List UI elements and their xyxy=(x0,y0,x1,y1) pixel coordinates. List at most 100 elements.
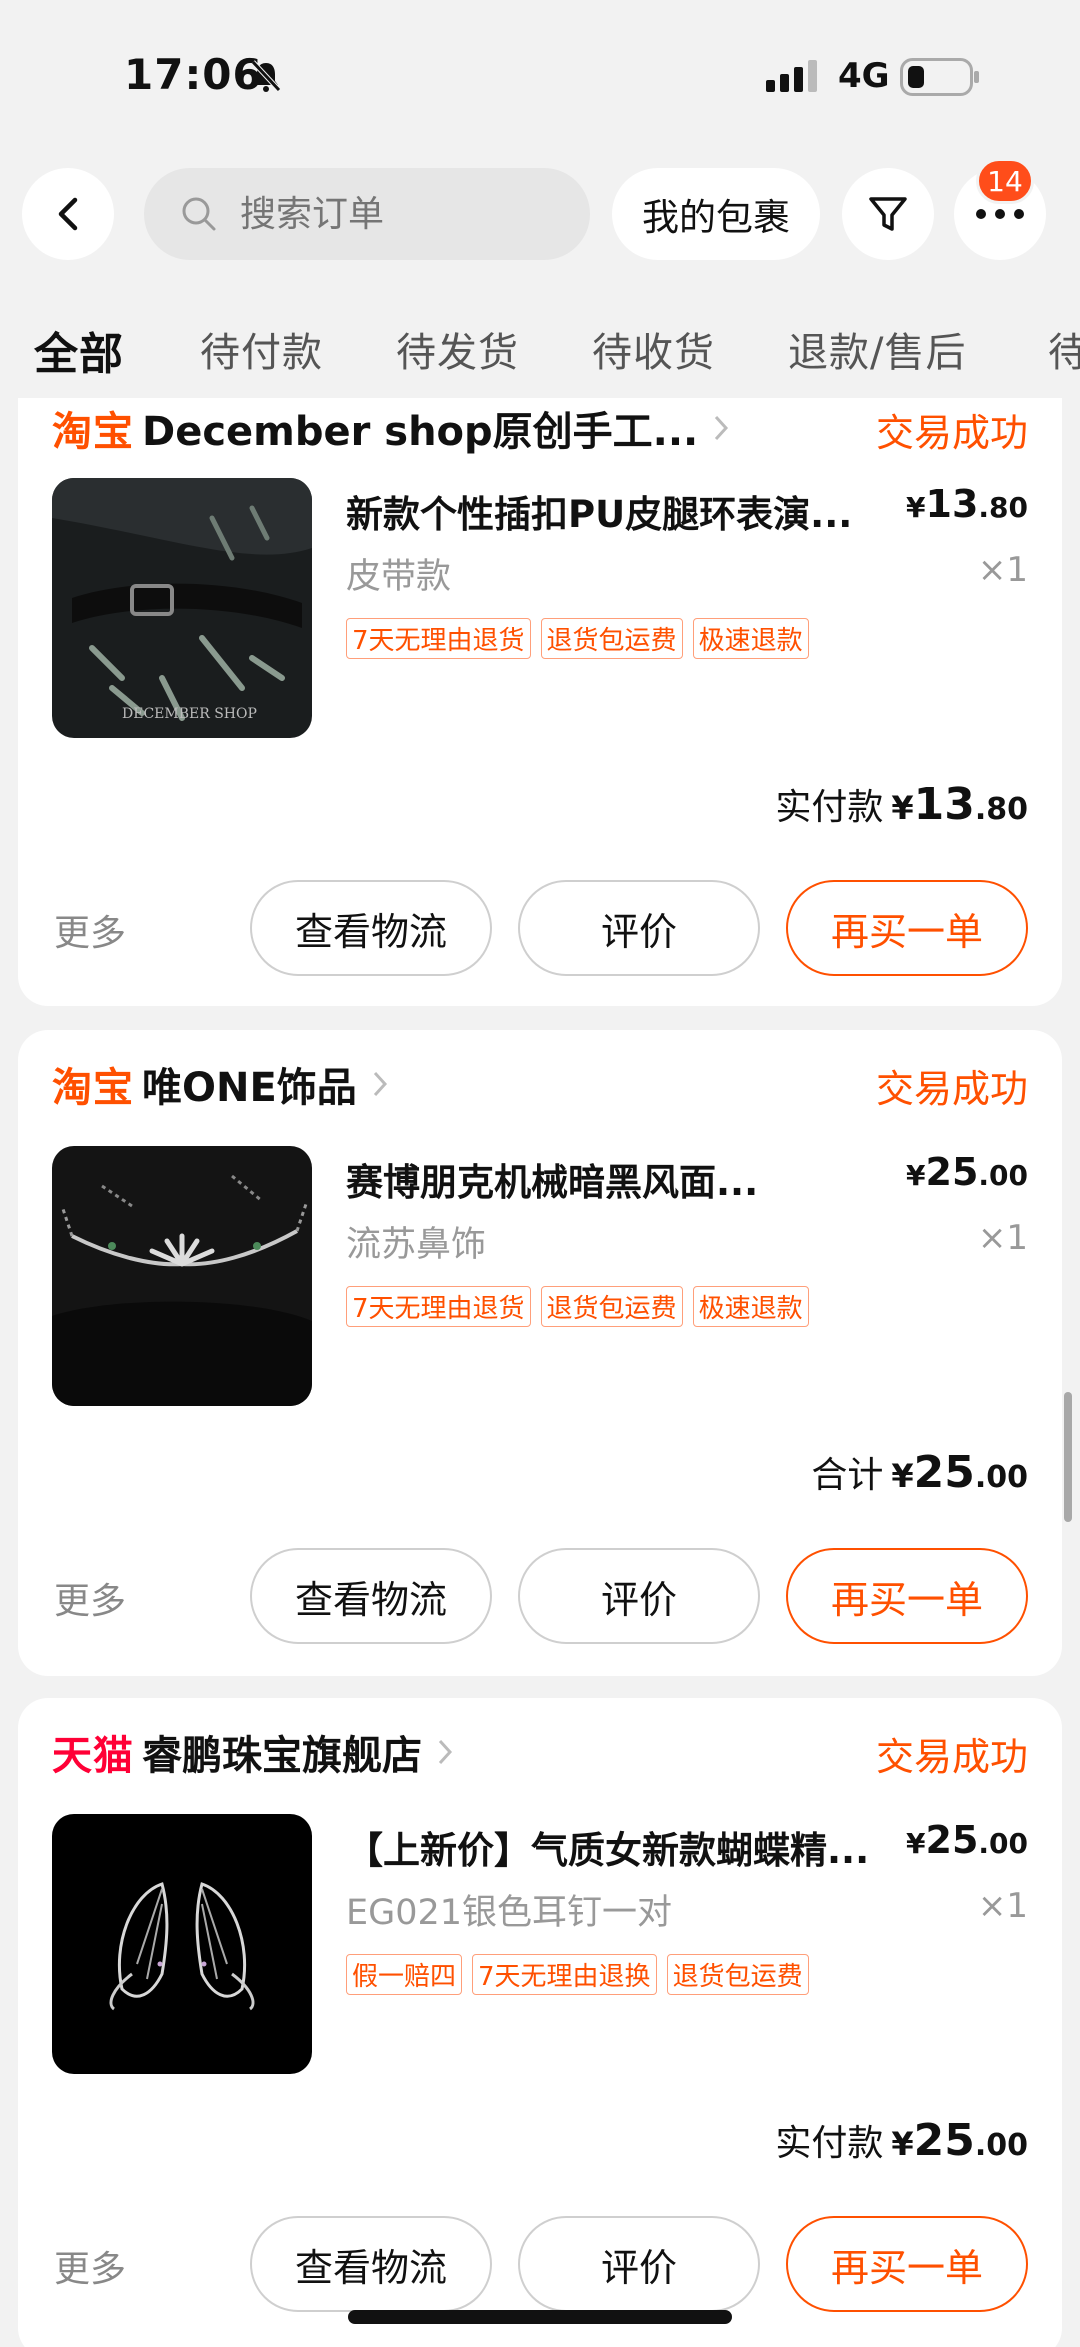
review-button[interactable]: 评价 xyxy=(518,2216,760,2312)
total-label: 实付款 xyxy=(775,2123,884,2164)
product-title[interactable]: 新款个性插扣PU皮腿环表演... xyxy=(346,484,906,538)
view-logistics-button[interactable]: 查看物流 xyxy=(250,2216,492,2312)
total-label: 合计 xyxy=(811,1455,884,1496)
product-title[interactable]: 赛博朋克机械暗黑风面... xyxy=(346,1152,906,1206)
shop-name: 唯ONE饰品 xyxy=(142,1065,357,1111)
price-integer: 25 xyxy=(925,1150,979,1194)
rebuy-button[interactable]: 再买一单 xyxy=(786,1548,1028,1644)
platform-logo: 淘宝 xyxy=(52,409,134,455)
currency-symbol: ¥ xyxy=(906,1827,926,1860)
service-tag: 极速退款 xyxy=(692,1286,809,1327)
order-tabs: 全部 待付款 待发货 待收货 退款/售后 待 xyxy=(0,320,1080,390)
tab-all[interactable]: 全部 xyxy=(34,320,124,382)
mute-bell-icon xyxy=(251,60,281,92)
more-link[interactable]: 更多 xyxy=(54,904,126,956)
status-time: 17:06 xyxy=(124,50,263,99)
nose-chain-image xyxy=(52,1146,312,1406)
currency-symbol: ¥ xyxy=(891,2125,914,2163)
notification-badge: 14 xyxy=(976,158,1034,204)
service-tag: 7天无理由退换 xyxy=(472,1954,657,1995)
platform-logo: 天猫 xyxy=(52,1733,134,1779)
rebuy-button[interactable]: 再买一单 xyxy=(786,880,1028,976)
order-total: 实付款 ¥25.00 xyxy=(775,2114,1028,2166)
product-price: ¥13.80 xyxy=(906,482,1028,526)
product-spec: 皮带款 xyxy=(346,557,452,597)
order-status: 交易成功 xyxy=(875,411,1028,455)
search-box[interactable] xyxy=(144,168,590,260)
shop-row[interactable]: 淘宝 唯ONE饰品 xyxy=(52,1054,389,1114)
total-integer: 25 xyxy=(913,1447,975,1498)
total-decimal: .80 xyxy=(974,792,1028,827)
shop-row[interactable]: 天猫 睿鹏珠宝旗舰店 xyxy=(52,1722,454,1782)
shop-name: 睿鹏珠宝旗舰店 xyxy=(142,1733,422,1779)
tab-pending-receipt[interactable]: 待收货 xyxy=(592,320,715,378)
search-input[interactable] xyxy=(240,193,540,235)
product-spec: EG021银色耳钉一对 xyxy=(346,1893,673,1933)
filter-button[interactable] xyxy=(842,168,934,260)
review-button[interactable]: 评价 xyxy=(518,880,760,976)
home-indicator[interactable] xyxy=(348,2310,732,2324)
currency-symbol: ¥ xyxy=(906,1159,926,1192)
view-logistics-button[interactable]: 查看物流 xyxy=(250,1548,492,1644)
leg-strap-image: DECEMBER SHOP xyxy=(52,478,312,738)
service-tags: 7天无理由退货 退货包运费 极速退款 xyxy=(346,1286,819,1327)
chevron-right-icon xyxy=(373,1071,387,1097)
tab-refund-aftersale[interactable]: 退款/售后 xyxy=(788,320,966,378)
more-link[interactable]: 更多 xyxy=(54,2240,126,2292)
signal-icon xyxy=(766,60,817,92)
product-thumbnail[interactable] xyxy=(52,1814,312,2074)
service-tag: 7天无理由退货 xyxy=(346,618,531,659)
rebuy-button[interactable]: 再买一单 xyxy=(786,2216,1028,2312)
platform-logo: 淘宝 xyxy=(52,1065,134,1111)
currency-symbol: ¥ xyxy=(891,789,914,827)
currency-symbol: ¥ xyxy=(891,1457,914,1495)
my-packages-button[interactable]: 我的包裹 xyxy=(612,168,820,260)
tab-partial[interactable]: 待 xyxy=(1048,320,1080,378)
tab-pending-shipment[interactable]: 待发货 xyxy=(396,320,519,378)
filter-icon xyxy=(869,197,907,231)
review-button[interactable]: 评价 xyxy=(518,1548,760,1644)
scrollbar[interactable] xyxy=(1064,1392,1072,1522)
currency-symbol: ¥ xyxy=(906,491,926,524)
butterfly-earrings-image xyxy=(52,1814,312,2074)
service-tags: 假一赔四 7天无理由退换 退货包运费 xyxy=(346,1954,819,1995)
product-quantity: ×1 xyxy=(977,1886,1028,1926)
order-card: 天猫 睿鹏珠宝旗舰店 交易成功 【上新价】气质女新款蝴蝶精... ¥25.00 … xyxy=(18,1698,1062,2347)
price-decimal: .00 xyxy=(978,1159,1028,1192)
order-card: 淘宝 唯ONE饰品 交易成功 赛博朋克机械暗黑风面... ¥25.00 流苏鼻饰… xyxy=(18,1030,1062,1676)
total-decimal: .00 xyxy=(974,2128,1028,2163)
product-title[interactable]: 【上新价】气质女新款蝴蝶精... xyxy=(346,1820,906,1874)
price-decimal: .00 xyxy=(978,1827,1028,1860)
chevron-right-icon xyxy=(438,1739,453,1765)
shop-name: December shop原创手工... xyxy=(142,409,699,455)
back-button[interactable] xyxy=(22,168,114,260)
thumbnail-watermark: DECEMBER SHOP xyxy=(122,706,257,722)
total-decimal: .00 xyxy=(974,1460,1028,1495)
service-tags: 7天无理由退货 退货包运费 极速退款 xyxy=(346,618,819,659)
service-tag: 7天无理由退货 xyxy=(346,1286,531,1327)
total-integer: 25 xyxy=(913,2115,975,2166)
shop-row[interactable]: 淘宝 December shop原创手工... xyxy=(52,398,730,458)
total-integer: 13 xyxy=(913,779,975,830)
order-card: 淘宝 December shop原创手工... 交易成功 DECEMBER SH… xyxy=(18,398,1062,1006)
service-tag: 退货包运费 xyxy=(540,618,683,659)
order-status: 交易成功 xyxy=(875,1735,1028,1779)
product-thumbnail[interactable] xyxy=(52,1146,312,1406)
more-dots-icon xyxy=(976,209,1024,219)
order-total: 实付款 ¥13.80 xyxy=(775,778,1028,830)
product-thumbnail[interactable]: DECEMBER SHOP xyxy=(52,478,312,738)
view-logistics-button[interactable]: 查看物流 xyxy=(250,880,492,976)
more-link[interactable]: 更多 xyxy=(54,1572,126,1624)
tab-pending-payment[interactable]: 待付款 xyxy=(200,320,323,378)
service-tag: 退货包运费 xyxy=(540,1286,683,1327)
order-status: 交易成功 xyxy=(875,1067,1028,1111)
price-integer: 25 xyxy=(925,1818,979,1862)
service-tag: 极速退款 xyxy=(692,618,809,659)
product-price: ¥25.00 xyxy=(906,1818,1028,1862)
service-tag: 退货包运费 xyxy=(666,1954,809,1995)
product-spec: 流苏鼻饰 xyxy=(346,1225,487,1265)
top-nav: 我的包裹 14 xyxy=(0,158,1080,264)
search-icon xyxy=(182,197,216,231)
product-quantity: ×1 xyxy=(977,550,1028,590)
price-integer: 13 xyxy=(925,482,979,526)
